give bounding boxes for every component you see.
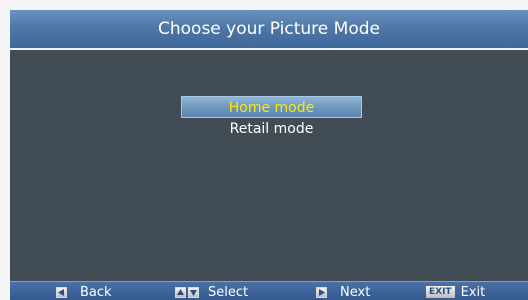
back-label: Back: [80, 284, 112, 300]
next-label: Next: [340, 284, 371, 300]
page-title: Choose your Picture Mode: [10, 10, 528, 50]
tv-screen: Choose your Picture Mode Home mode Retai…: [10, 10, 528, 300]
exit-hint[interactable]: EXIT Exit: [426, 284, 486, 300]
select-label: Select: [208, 284, 249, 300]
right-arrow-icon: [316, 286, 327, 298]
back-hint[interactable]: Back: [56, 284, 112, 300]
exit-key-icon: EXIT: [426, 286, 455, 298]
menu-item-retail-mode[interactable]: Retail mode: [181, 118, 362, 140]
menu-item-home-mode[interactable]: Home mode: [181, 96, 362, 118]
picture-mode-menu: Home mode Retail mode: [181, 96, 362, 140]
down-arrow-icon: [188, 286, 199, 298]
next-hint[interactable]: Next: [316, 284, 371, 300]
exit-label: Exit: [460, 284, 486, 300]
left-arrow-icon: [56, 286, 67, 298]
select-hint[interactable]: Select: [175, 284, 249, 300]
footer-hint-bar: Back Select Next EXIT Exit: [10, 281, 528, 300]
up-arrow-icon: [175, 286, 186, 298]
